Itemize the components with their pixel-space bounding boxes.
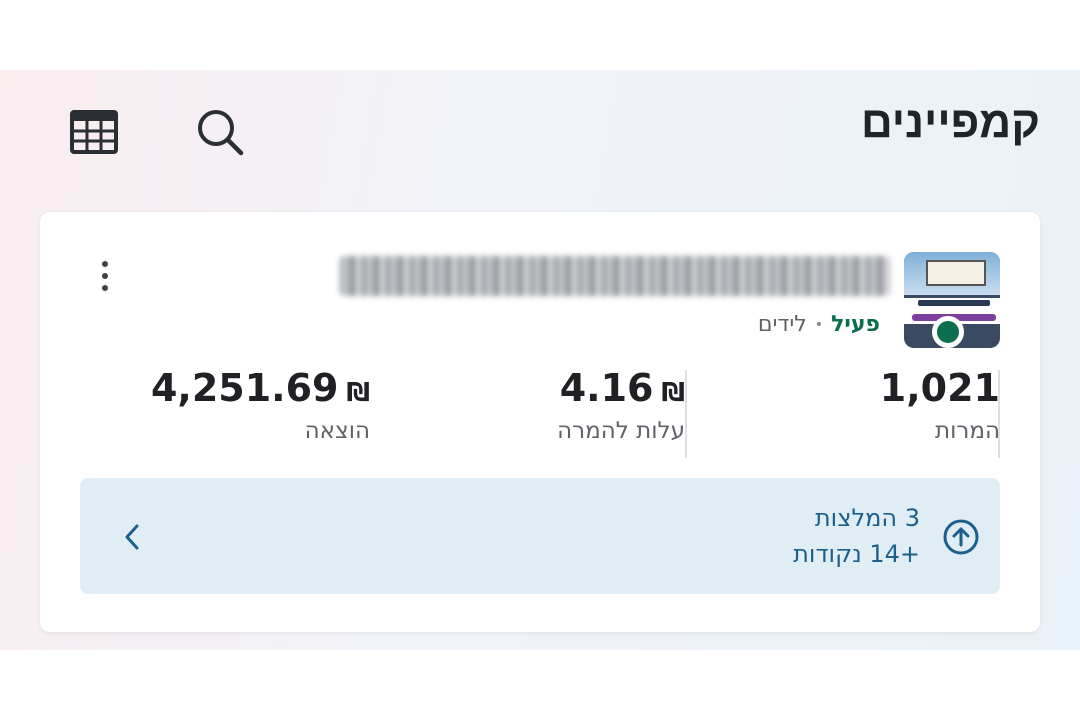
search-icon — [198, 110, 244, 156]
recommendations-points: +14 נקודות — [793, 540, 920, 568]
metric-value: 4,251.69 — [150, 366, 339, 410]
status-separator: • — [814, 316, 824, 333]
currency-symbol: ₪ — [661, 378, 685, 408]
campaign-card[interactable]: ████████████████████ פעיל • לידים 1,021 … — [40, 212, 1040, 632]
page-title: קמפיינים — [860, 98, 1040, 147]
recommendations-text: 3 המלצות +14 נקודות — [793, 500, 920, 572]
campaign-name[interactable]: ████████████████████ — [340, 256, 890, 296]
metric-spend: ₪ 4,251.69 הוצאה — [151, 366, 370, 444]
screen: קמפיינים ████████████████████ פעיל — [0, 70, 1080, 650]
more-vert-icon — [102, 261, 108, 267]
metric-divider — [685, 370, 687, 458]
more-options-button[interactable] — [90, 256, 120, 296]
metric-label: הוצאה — [304, 418, 370, 444]
metric-value: 4.16 — [559, 366, 654, 410]
status-dot — [932, 316, 964, 348]
recommendations-count: 3 המלצות — [814, 504, 920, 532]
campaign-status: פעיל — [831, 312, 880, 337]
search-button[interactable] — [190, 102, 250, 162]
currency-symbol: ₪ — [346, 378, 370, 408]
metric-divider — [998, 370, 1000, 458]
table-view-button[interactable] — [64, 102, 124, 162]
metric-value: 1,021 — [879, 366, 1000, 410]
arrow-up-circle-icon — [943, 519, 979, 555]
campaign-status-line: פעיל • לידים — [758, 312, 880, 337]
metric-label: עלות להמרה — [557, 418, 685, 444]
metric-label: המרות — [934, 418, 1000, 444]
table-icon — [70, 110, 118, 154]
campaign-type: לידים — [757, 312, 807, 337]
chevron-left-icon[interactable] — [120, 522, 144, 552]
metric-cost-per-conversion: ₪ 4.16 עלות להמרה — [557, 366, 685, 444]
metric-conversions: 1,021 המרות — [880, 366, 1000, 444]
recommendations-banner[interactable]: 3 המלצות +14 נקודות — [80, 478, 1000, 594]
